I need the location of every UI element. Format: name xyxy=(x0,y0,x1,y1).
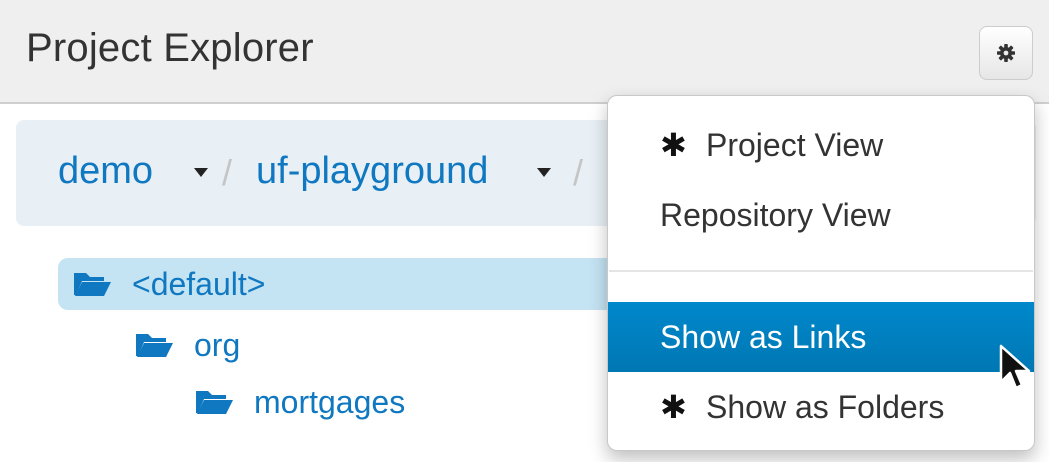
panel-header: Project Explorer xyxy=(0,0,1049,104)
chevron-down-icon[interactable] xyxy=(194,168,208,177)
gear-icon xyxy=(997,44,1015,62)
settings-button[interactable] xyxy=(979,26,1033,80)
tree-item-label: <default> xyxy=(132,265,266,302)
tree-item-mortgages[interactable]: mortgages xyxy=(194,376,405,428)
tree-item-label: org xyxy=(194,326,241,363)
breadcrumb-item-repository[interactable]: uf-playground xyxy=(256,150,488,193)
tree-item-org[interactable]: org xyxy=(134,319,240,371)
menu-item-project-view[interactable]: ✱ Project View xyxy=(608,110,1034,180)
view-options-menu: ✱ Project View Repository View Show as L… xyxy=(607,95,1035,451)
folder-open-icon xyxy=(196,391,233,414)
folder-open-icon xyxy=(74,273,111,296)
chevron-down-icon[interactable] xyxy=(537,168,551,177)
menu-item-show-as-folders[interactable]: ✱ Show as Folders xyxy=(608,372,1034,442)
breadcrumb-item-organization[interactable]: demo xyxy=(58,150,153,193)
menu-item-label: Show as Folders xyxy=(706,388,945,425)
folder-open-icon xyxy=(136,334,173,357)
menu-item-show-as-links[interactable]: Show as Links xyxy=(608,302,1034,372)
tree-item-default[interactable]: <default> xyxy=(58,258,618,310)
breadcrumb-separator: / xyxy=(222,152,233,193)
panel-title: Project Explorer xyxy=(26,26,314,70)
mouse-pointer-icon xyxy=(999,344,1031,390)
menu-item-label: Project View xyxy=(706,126,884,163)
menu-item-repository-view[interactable]: Repository View xyxy=(608,180,1034,250)
breadcrumb-separator: / xyxy=(573,152,584,193)
asterisk-icon: ✱ xyxy=(660,389,687,425)
menu-divider xyxy=(609,270,1033,272)
menu-item-label: Repository View xyxy=(660,196,891,233)
menu-item-label: Show as Links xyxy=(660,318,867,355)
tree-item-label: mortgages xyxy=(254,383,406,420)
asterisk-icon: ✱ xyxy=(660,127,687,163)
